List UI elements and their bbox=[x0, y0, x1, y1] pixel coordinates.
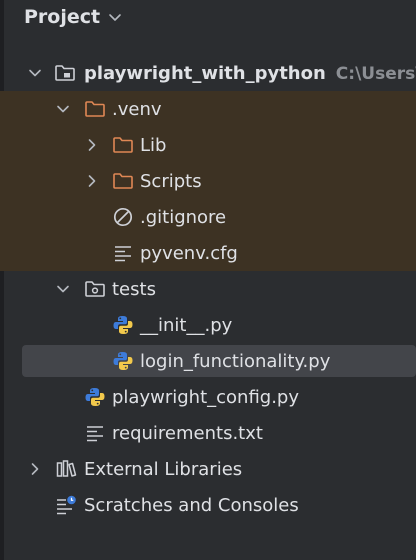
chevron-expanded-icon[interactable] bbox=[55, 101, 71, 117]
init-label: __init__.py bbox=[140, 314, 233, 336]
pyvenv-label: pyvenv.cfg bbox=[140, 242, 238, 264]
root-path-hint: C:\Users\ bbox=[335, 63, 416, 84]
venv-label: .venv bbox=[112, 98, 162, 120]
folder-excluded-icon bbox=[112, 134, 134, 156]
tree-node-gitignore[interactable]: .gitignore bbox=[0, 199, 416, 235]
scripts-label: Scripts bbox=[140, 170, 202, 192]
python-file-icon bbox=[84, 386, 106, 408]
folder-excluded-icon bbox=[84, 98, 106, 120]
scratches-icon bbox=[55, 494, 77, 516]
panel-title: Project bbox=[24, 6, 101, 28]
tests-label: tests bbox=[112, 278, 156, 300]
tree-node-tests[interactable]: tests bbox=[0, 271, 416, 307]
tree-node-playwright-config[interactable]: playwright_config.py bbox=[0, 379, 416, 415]
tree-node-external-libraries[interactable]: External Libraries bbox=[0, 451, 416, 487]
tree-node-lib[interactable]: Lib bbox=[0, 127, 416, 163]
tree-node-init[interactable]: __init__.py bbox=[0, 307, 416, 343]
tree-node-requirements[interactable]: requirements.txt bbox=[0, 415, 416, 451]
text-file-icon bbox=[84, 422, 106, 444]
chevron-collapsed-icon[interactable] bbox=[84, 137, 100, 153]
gitignore-label: .gitignore bbox=[140, 206, 227, 228]
tree-node-scratches[interactable]: Scratches and Consoles bbox=[0, 487, 416, 523]
text-file-icon bbox=[112, 242, 134, 264]
login-functionality-label: login_functionality.py bbox=[140, 350, 331, 372]
tree-node-root[interactable]: playwright_with_python C:\Users\ bbox=[0, 55, 416, 91]
python-file-icon bbox=[112, 314, 134, 336]
root-label: playwright_with_python bbox=[84, 62, 326, 84]
chevron-expanded-icon[interactable] bbox=[27, 65, 43, 81]
scratches-label: Scratches and Consoles bbox=[84, 494, 299, 516]
tree-node-label: playwright_with_python C:\Users\ bbox=[84, 63, 416, 84]
external-libraries-label: External Libraries bbox=[84, 458, 243, 480]
playwright-config-label: playwright_config.py bbox=[112, 386, 300, 408]
chevron-expanded-icon[interactable] bbox=[55, 281, 71, 297]
tree-node-scripts[interactable]: Scripts bbox=[0, 163, 416, 199]
tree-node-login-functionality[interactable]: login_functionality.py bbox=[0, 343, 416, 379]
requirements-label: requirements.txt bbox=[112, 422, 263, 444]
folder-excluded-icon bbox=[112, 170, 134, 192]
project-tree[interactable]: playwright_with_python C:\Users\ .venv Li… bbox=[0, 55, 416, 523]
chevron-collapsed-icon[interactable] bbox=[84, 173, 100, 189]
chevron-collapsed-icon[interactable] bbox=[27, 461, 43, 477]
chevron-down-icon[interactable] bbox=[108, 10, 122, 24]
library-icon bbox=[55, 458, 77, 480]
project-panel-header[interactable]: Project bbox=[24, 4, 122, 30]
tree-node-venv[interactable]: .venv bbox=[0, 91, 416, 127]
tree-node-pyvenv[interactable]: pyvenv.cfg bbox=[0, 235, 416, 271]
python-file-icon bbox=[112, 350, 134, 372]
module-folder-icon bbox=[54, 62, 76, 84]
package-folder-icon bbox=[84, 278, 106, 300]
lib-label: Lib bbox=[140, 134, 167, 156]
ignored-file-icon bbox=[112, 206, 134, 228]
